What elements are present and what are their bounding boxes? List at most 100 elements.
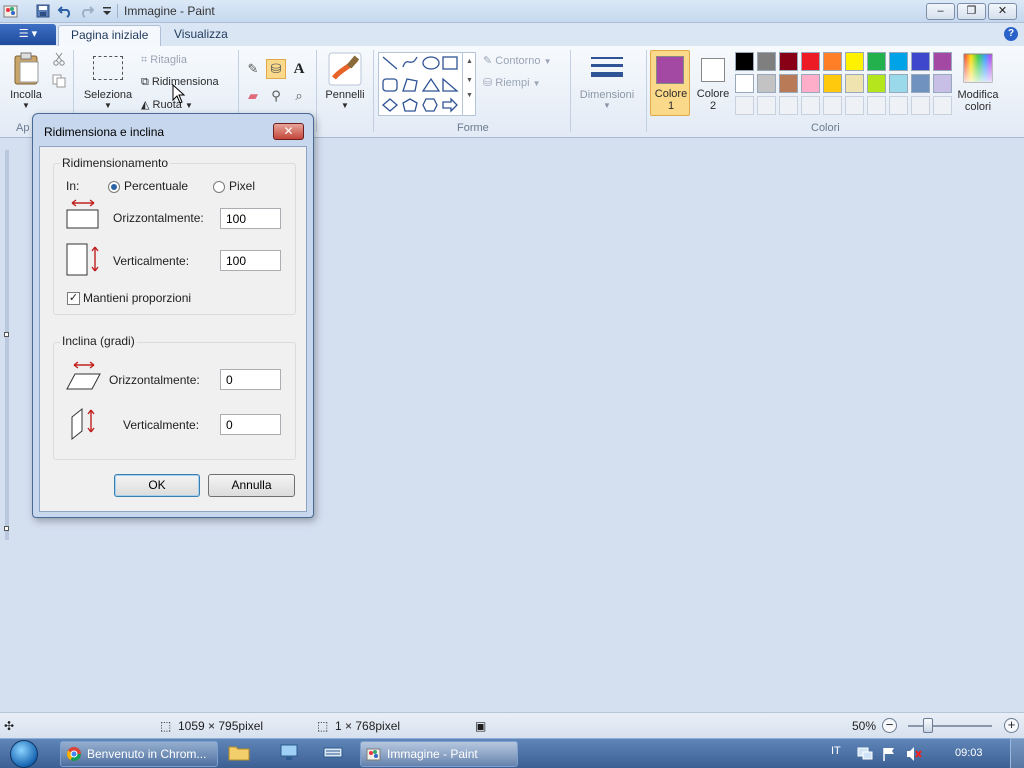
paint-app-icon[interactable] — [3, 3, 19, 19]
crop-button[interactable]: ⌗ Ritaglia — [141, 54, 187, 67]
palette-empty-slot[interactable] — [867, 96, 886, 115]
canvas-resize-handle-right[interactable] — [4, 332, 9, 337]
edit-colors-label-2[interactable]: colori — [950, 101, 1006, 113]
language-indicator[interactable]: IT — [831, 745, 841, 757]
size-dropdown-icon[interactable]: ▼ — [574, 101, 640, 110]
taskbar-button-paint[interactable]: Immagine - Paint — [360, 741, 518, 767]
expand-gallery-icon[interactable]: ▼ — [463, 92, 476, 99]
palette-swatch[interactable] — [845, 74, 864, 93]
tab-home[interactable]: Pagina iniziale — [58, 25, 162, 46]
resize-vertical-input[interactable] — [220, 250, 281, 271]
palette-empty-slot[interactable] — [735, 96, 754, 115]
size-icon[interactable] — [590, 54, 624, 84]
start-button[interactable] — [4, 739, 48, 768]
palette-swatch[interactable] — [735, 74, 754, 93]
brushes-label[interactable]: Pennelli — [320, 89, 370, 101]
cut-icon[interactable] — [52, 52, 66, 66]
palette-swatch[interactable] — [867, 74, 886, 93]
scroll-down-icon[interactable]: ▼ — [463, 77, 476, 84]
palette-swatch[interactable] — [757, 52, 776, 71]
keep-ratio-label[interactable]: Mantieni proporzioni — [83, 291, 191, 305]
percent-radio[interactable] — [108, 181, 120, 193]
color1-button[interactable]: Colore 1 — [650, 50, 690, 116]
ok-button[interactable]: OK — [114, 474, 200, 497]
magnifier-tool[interactable]: ⌕ — [289, 86, 309, 106]
palette-swatch[interactable] — [779, 74, 798, 93]
palette-swatch[interactable] — [933, 52, 952, 71]
tab-view[interactable]: Visualizza — [162, 25, 240, 46]
action-center-flag-icon[interactable] — [881, 746, 897, 762]
palette-swatch[interactable] — [889, 74, 908, 93]
palette-empty-slot[interactable] — [757, 96, 776, 115]
palette-swatch[interactable] — [911, 52, 930, 71]
taskbar-button-chrome[interactable]: Benvenuto in Chrom... — [60, 741, 218, 767]
eraser-tool[interactable]: ▰ — [243, 86, 263, 106]
palette-swatch[interactable] — [801, 52, 820, 71]
percent-radio-label[interactable]: Percentuale — [124, 179, 188, 193]
copy-icon[interactable] — [52, 74, 66, 88]
zoom-slider-track[interactable] — [908, 725, 992, 727]
palette-swatch[interactable] — [845, 52, 864, 71]
paste-dropdown-icon[interactable]: ▼ — [6, 101, 46, 110]
color2-button[interactable]: Colore 2 — [692, 50, 732, 116]
palette-swatch[interactable] — [823, 52, 842, 71]
fill-button[interactable]: ⛁ Riempi ▼ — [483, 76, 541, 89]
show-desktop-button[interactable] — [1010, 739, 1024, 768]
palette-empty-slot[interactable] — [845, 96, 864, 115]
keep-ratio-checkbox[interactable]: ✓ — [67, 292, 80, 305]
palette-swatch[interactable] — [757, 74, 776, 93]
size-label[interactable]: Dimensioni — [574, 89, 640, 101]
pixel-radio-label[interactable]: Pixel — [229, 179, 255, 193]
pixel-radio[interactable] — [213, 181, 225, 193]
paste-button-label[interactable]: Incolla — [6, 89, 46, 101]
zoom-out-button[interactable]: − — [882, 718, 897, 733]
volume-muted-icon[interactable] — [905, 746, 923, 762]
network-taskbar-icon[interactable] — [278, 743, 306, 765]
skew-vertical-input[interactable] — [220, 414, 281, 435]
maximize-button[interactable]: ❐ — [957, 3, 986, 20]
shapes-scroll[interactable]: ▲ ▼ ▼ — [462, 52, 476, 116]
save-icon[interactable] — [35, 3, 51, 19]
palette-swatch[interactable] — [735, 52, 754, 71]
color-picker-tool[interactable]: ⚲ — [266, 86, 286, 106]
cancel-button[interactable]: Annulla — [208, 474, 295, 497]
dialog-close-button[interactable]: ✕ — [273, 123, 304, 140]
brushes-icon[interactable] — [328, 52, 362, 86]
palette-swatch[interactable] — [823, 74, 842, 93]
close-button[interactable]: ✕ — [988, 3, 1017, 20]
redo-icon[interactable] — [79, 3, 95, 19]
palette-swatch[interactable] — [867, 52, 886, 71]
network-tray-icon[interactable] — [857, 747, 873, 761]
brushes-dropdown-icon[interactable]: ▼ — [320, 101, 370, 110]
palette-empty-slot[interactable] — [911, 96, 930, 115]
select-icon[interactable] — [93, 56, 123, 80]
select-button-label[interactable]: Seleziona — [80, 89, 136, 101]
select-dropdown-icon[interactable]: ▼ — [80, 101, 136, 110]
pencil-tool[interactable]: ✎ — [243, 59, 263, 79]
zoom-slider-thumb[interactable] — [923, 718, 933, 733]
minimize-button[interactable]: – — [926, 3, 955, 20]
fill-tool[interactable]: ⛁ — [266, 59, 286, 79]
palette-empty-slot[interactable] — [801, 96, 820, 115]
skew-horizontal-input[interactable] — [220, 369, 281, 390]
resize-horizontal-input[interactable] — [220, 208, 281, 229]
zoom-in-button[interactable]: + — [1004, 718, 1019, 733]
keyboard-taskbar-icon[interactable] — [322, 743, 350, 765]
qat-customize-icon[interactable] — [99, 3, 115, 19]
scroll-up-icon[interactable]: ▲ — [463, 58, 476, 65]
palette-swatch[interactable] — [889, 52, 908, 71]
palette-swatch[interactable] — [801, 74, 820, 93]
canvas-resize-handle-corner[interactable] — [4, 526, 9, 531]
outline-button[interactable]: ✎ Contorno ▼ — [483, 54, 552, 67]
help-icon[interactable]: ? — [1004, 27, 1018, 41]
palette-empty-slot[interactable] — [779, 96, 798, 115]
explorer-taskbar-icon[interactable] — [228, 743, 256, 765]
app-menu-button[interactable]: ☰ ▾ — [0, 24, 56, 45]
palette-empty-slot[interactable] — [823, 96, 842, 115]
edit-colors-label-1[interactable]: Modifica — [950, 89, 1006, 101]
paste-icon[interactable] — [12, 52, 42, 86]
undo-icon[interactable] — [57, 3, 73, 19]
text-tool[interactable]: A — [289, 59, 309, 79]
clock[interactable]: 09:03 — [955, 747, 983, 759]
palette-swatch[interactable] — [911, 74, 930, 93]
